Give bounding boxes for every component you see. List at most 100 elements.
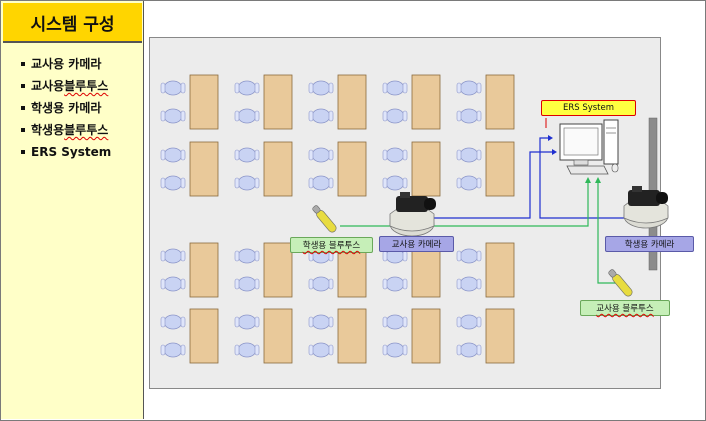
teacher-bluetooth-label-text: 교사용 블루투스 — [596, 304, 654, 314]
desk — [485, 74, 515, 130]
chair-arm — [180, 250, 186, 262]
chair-arm — [382, 110, 388, 122]
chair-arm — [476, 250, 482, 262]
chair-arm — [160, 110, 166, 122]
chair-arm — [160, 82, 166, 94]
chair-arm — [160, 344, 166, 356]
chair-icon — [163, 342, 183, 358]
student-bluetooth-label-text: 학생용 블루투스 — [302, 241, 361, 251]
chair-arm — [180, 278, 186, 290]
chair-arm — [160, 149, 166, 161]
chair-arm — [476, 278, 482, 290]
chair-arm — [382, 316, 388, 328]
desk — [189, 74, 219, 130]
chair-arm — [382, 344, 388, 356]
arrow-head-icon — [552, 149, 557, 155]
chair-arm — [254, 110, 260, 122]
chair-icon — [459, 248, 479, 264]
chair-icon — [459, 342, 479, 358]
chair-icon — [385, 147, 405, 163]
chair-arm — [254, 278, 260, 290]
chair-icon — [311, 342, 331, 358]
chair-icon — [237, 175, 257, 191]
chair-arm — [234, 82, 240, 94]
classroom-furniture — [160, 74, 515, 364]
chair-arm — [328, 110, 334, 122]
chair-icon — [311, 108, 331, 124]
chair-arm — [456, 110, 462, 122]
chair-icon — [311, 175, 331, 191]
chair-arm — [456, 316, 462, 328]
chair-icon — [459, 108, 479, 124]
chair-icon — [237, 342, 257, 358]
chair-icon — [311, 276, 331, 292]
chair-arm — [308, 177, 314, 189]
chair-arm — [234, 250, 240, 262]
chair-arm — [160, 316, 166, 328]
chair-icon — [163, 276, 183, 292]
chair-arm — [328, 82, 334, 94]
chair-arm — [476, 149, 482, 161]
classroom-diagram — [160, 74, 669, 364]
chair-icon — [237, 314, 257, 330]
chair-icon — [237, 147, 257, 163]
chair-icon — [311, 314, 331, 330]
chair-icon — [237, 276, 257, 292]
chair-arm — [328, 177, 334, 189]
chair-icon — [459, 276, 479, 292]
desk — [337, 308, 367, 364]
chair-arm — [234, 149, 240, 161]
teacher-bluetooth-label: 교사용 블루투스 — [580, 300, 670, 316]
chair-arm — [402, 149, 408, 161]
desk — [485, 242, 515, 298]
chair-arm — [180, 82, 186, 94]
chair-icon — [163, 80, 183, 96]
desk — [189, 308, 219, 364]
chair-icon — [237, 248, 257, 264]
chair-arm — [382, 149, 388, 161]
chair-arm — [180, 177, 186, 189]
chair-arm — [254, 149, 260, 161]
chair-arm — [254, 177, 260, 189]
chair-arm — [456, 250, 462, 262]
chair-arm — [402, 316, 408, 328]
arrow-head-icon — [595, 177, 601, 183]
chair-arm — [476, 177, 482, 189]
arrow-head-icon — [585, 177, 591, 183]
chair-arm — [308, 344, 314, 356]
chair-icon — [311, 80, 331, 96]
chair-icon — [237, 108, 257, 124]
chair-arm — [476, 110, 482, 122]
chair-arm — [382, 250, 388, 262]
chair-arm — [160, 278, 166, 290]
chair-icon — [459, 80, 479, 96]
chair-arm — [180, 316, 186, 328]
chair-arm — [456, 82, 462, 94]
desk — [263, 308, 293, 364]
chair-icon — [237, 80, 257, 96]
chair-arm — [180, 149, 186, 161]
chair-arm — [456, 278, 462, 290]
student-camera-label: 학생용 카메라 — [605, 236, 694, 252]
chair-arm — [402, 177, 408, 189]
desk — [337, 74, 367, 130]
chair-arm — [234, 344, 240, 356]
chair-arm — [234, 110, 240, 122]
arrow-head-icon — [548, 135, 553, 141]
desk — [411, 141, 441, 197]
chair-icon — [459, 314, 479, 330]
chair-arm — [254, 344, 260, 356]
chair-arm — [180, 344, 186, 356]
chair-arm — [456, 149, 462, 161]
desk — [263, 242, 293, 298]
chair-icon — [459, 175, 479, 191]
chair-icon — [163, 175, 183, 191]
desk — [337, 141, 367, 197]
chair-arm — [382, 82, 388, 94]
student-camera-icon — [623, 186, 669, 229]
chair-arm — [234, 278, 240, 290]
student-bluetooth-label: 학생용 블루투스 — [290, 237, 373, 253]
chair-icon — [163, 108, 183, 124]
chair-arm — [308, 82, 314, 94]
desk — [485, 141, 515, 197]
